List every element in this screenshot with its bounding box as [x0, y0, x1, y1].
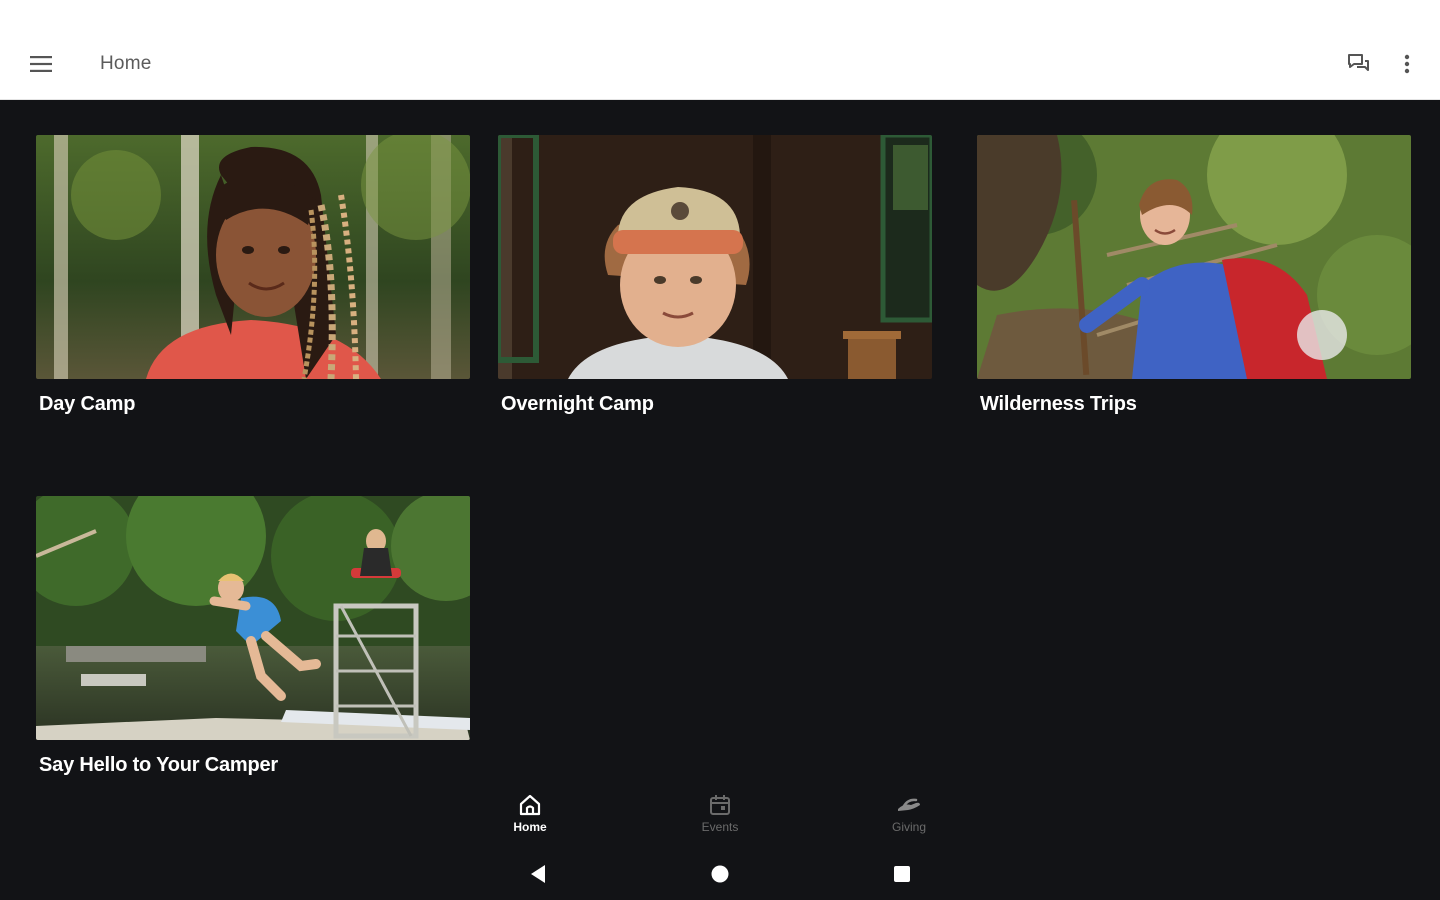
- bottom-nav-giving-label: Giving: [891, 820, 926, 834]
- bottom-nav-events-label: Events: [701, 820, 739, 834]
- card-label: Overnight Camp: [501, 393, 654, 415]
- chat-bubbles-icon[interactable]: [1340, 45, 1378, 83]
- page-title: Home: [100, 53, 152, 74]
- card-wilderness-trips[interactable]: Wilderness Trips: [977, 135, 1411, 416]
- bottom-nav-giving[interactable]: Giving: [864, 793, 954, 843]
- hamburger-menu-icon[interactable]: [22, 45, 60, 83]
- card-say-hello[interactable]: Say Hello to Your Camper: [36, 496, 470, 777]
- home-icon: [519, 794, 541, 816]
- overnight-camp-photo: [498, 135, 932, 379]
- recents-square-icon[interactable]: [882, 860, 922, 888]
- bottom-navigation: Home Events Giving: [0, 785, 1440, 845]
- say-hello-photo: [36, 496, 470, 740]
- top-app-bar: Home: [0, 0, 1440, 100]
- back-triangle-icon[interactable]: [518, 860, 558, 888]
- system-navigation-bar: [0, 852, 1440, 900]
- app-root: Home Day Camp Overnight Camp Wilderness …: [0, 0, 1440, 900]
- bottom-nav-events[interactable]: Events: [675, 793, 765, 843]
- wilderness-trips-photo: [977, 135, 1411, 379]
- giving-hand-icon: [898, 798, 920, 811]
- bottom-nav-home-label: Home: [513, 820, 547, 834]
- card-label: Day Camp: [39, 393, 136, 415]
- more-vertical-icon[interactable]: [1388, 45, 1426, 83]
- card-label: Wilderness Trips: [980, 393, 1137, 415]
- card-day-camp[interactable]: Day Camp: [36, 135, 470, 416]
- home-circle-icon[interactable]: [700, 860, 740, 888]
- bottom-nav-home[interactable]: Home: [485, 793, 575, 843]
- card-overnight-camp[interactable]: Overnight Camp: [498, 135, 932, 416]
- card-label: Say Hello to Your Camper: [39, 754, 278, 776]
- day-camp-photo: [36, 135, 470, 379]
- calendar-icon: [710, 795, 730, 815]
